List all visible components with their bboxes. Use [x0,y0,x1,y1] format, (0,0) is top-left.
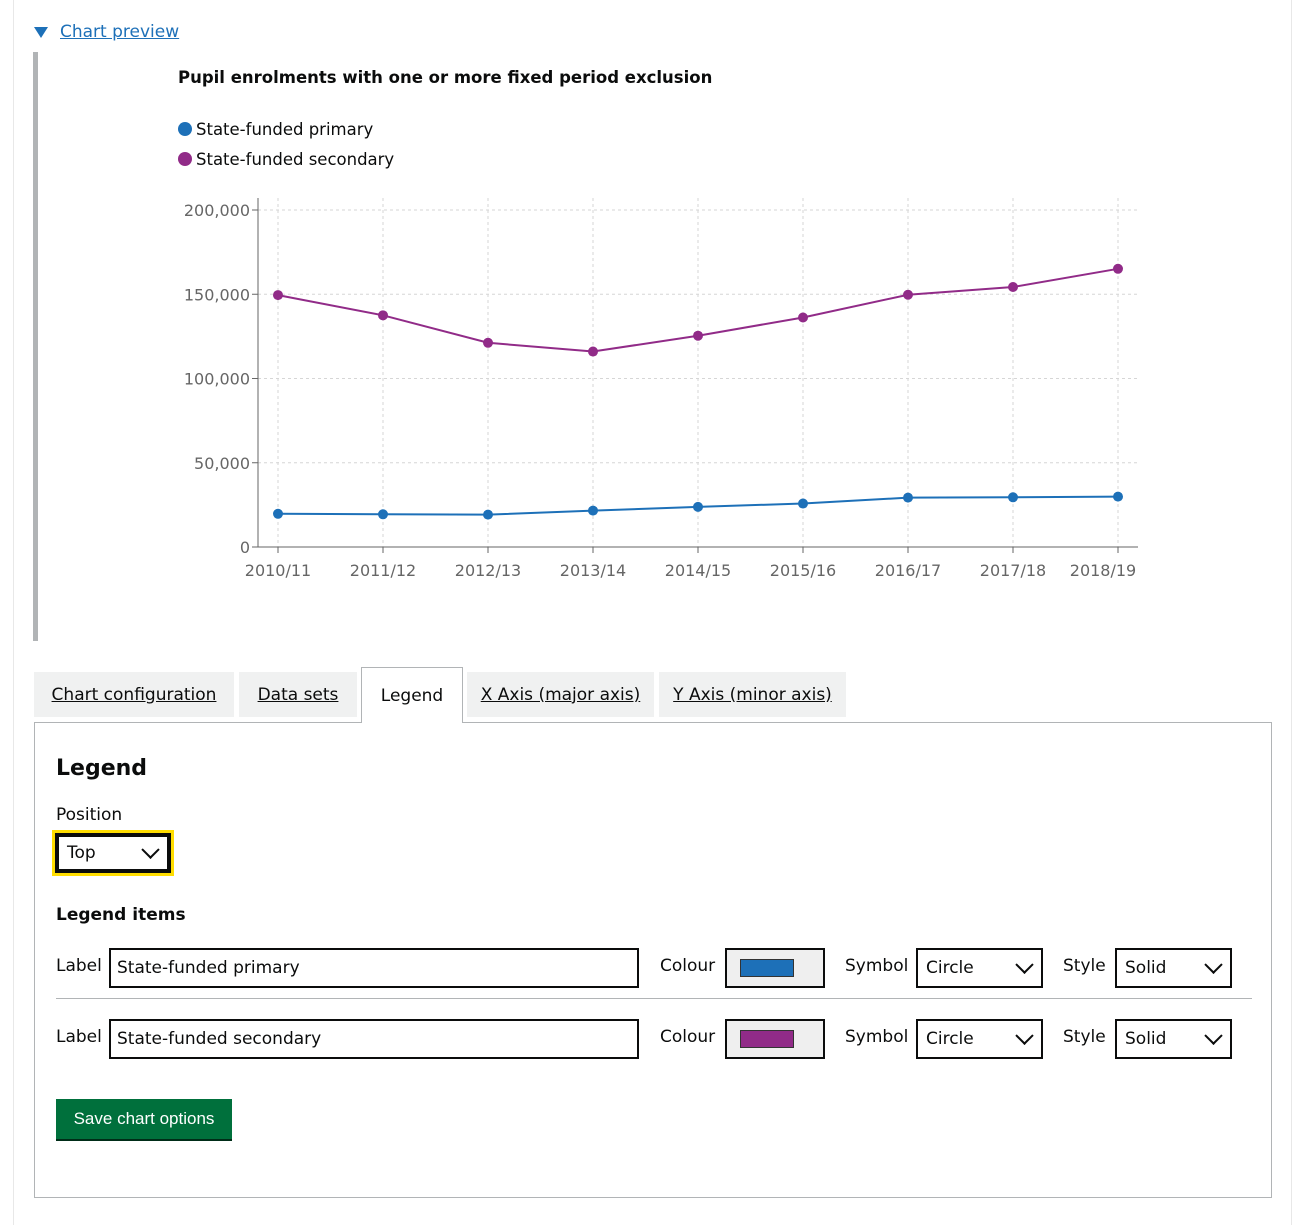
position-label: Position [56,805,123,825]
y-tick-label: 100,000 [184,370,250,389]
x-tick-label: 2014/15 [665,561,731,580]
tab-y-axis[interactable]: Y Axis (minor axis) [659,672,846,717]
data-point [693,330,703,341]
data-point [273,508,283,519]
data-point [378,310,388,321]
data-point [588,505,598,516]
chart-preview-link[interactable]: Chart preview [60,22,179,42]
y-tick-label: 0 [240,538,250,557]
label-caption: Label [56,956,102,976]
x-tick-label: 2017/18 [980,561,1046,580]
colour-picker[interactable] [725,1019,825,1059]
x-tick-label: 2016/17 [875,561,941,580]
data-point [1113,263,1123,274]
label-input[interactable] [109,948,639,988]
chart-preview-toggle[interactable]: Chart preview [34,22,179,42]
panel-title: Legend [56,756,148,781]
data-point [378,509,388,520]
data-point [1008,282,1018,293]
data-point [273,290,283,301]
y-tick-label: 50,000 [194,454,250,473]
colour-caption: Colour [660,1027,716,1047]
legend-items-heading: Legend items [56,905,186,925]
legend-label: State-funded primary [196,119,374,139]
x-tick-label: 2013/14 [560,561,626,580]
tab-data-sets[interactable]: Data sets [239,672,357,717]
colour-swatch [740,1030,794,1048]
colour-caption: Colour [660,956,716,976]
style-select-value: Solid [1125,958,1167,978]
style-select-value: Solid [1125,1029,1167,1049]
data-point [1113,491,1123,502]
tab-chart-configuration[interactable]: Chart configuration [34,672,234,717]
data-point [798,498,808,509]
data-point [588,346,598,357]
chevron-down-icon [141,840,160,859]
colour-swatch [740,959,794,977]
page-border-left [13,0,14,1225]
line-chart: 0 50,000 100,000 150,000 200,000 2010/11 2011/… [184,198,1138,580]
chart-legend: State-funded primary State-funded second… [178,114,394,174]
symbol-select-value: Circle [926,1029,974,1049]
tab-legend[interactable]: Legend [361,667,463,723]
legend-entry: State-funded primary [178,114,394,144]
data-point [798,312,808,323]
x-tick-label: 2012/13 [455,561,521,580]
symbol-caption: Symbol [845,956,909,976]
x-tick-label: 2018/19 [1070,561,1136,580]
symbol-caption: Symbol [845,1027,909,1047]
position-select-value: Top [67,843,96,863]
style-select[interactable]: Solid [1115,948,1232,988]
x-tick-label: 2010/11 [245,561,311,580]
divider [56,998,1252,999]
legend-label: State-funded secondary [196,149,395,169]
data-point [693,501,703,512]
y-tick-label: 150,000 [184,285,250,304]
x-tick-label: 2015/16 [770,561,836,580]
style-caption: Style [1063,956,1106,976]
data-point [1008,492,1018,503]
colour-picker[interactable] [725,948,825,988]
chart-title: Pupil enrolments with one or more fixed … [178,68,713,87]
legend-entry: State-funded secondary [178,144,394,174]
save-chart-options-button[interactable]: Save chart options [56,1099,232,1139]
data-point [483,337,493,348]
data-point [903,289,913,300]
chevron-down-icon [1204,955,1223,974]
x-tick-label: 2011/12 [350,561,416,580]
style-select[interactable]: Solid [1115,1019,1232,1059]
label-input[interactable] [109,1019,639,1059]
symbol-select-value: Circle [926,958,974,978]
chevron-down-icon [1015,955,1034,974]
chevron-down-icon [1015,1026,1034,1045]
legend-dot-icon [178,122,192,136]
data-point [903,492,913,503]
page-border-right [1291,0,1292,1225]
y-tick-label: 200,000 [184,201,250,220]
position-select[interactable]: Top [52,830,174,876]
style-caption: Style [1063,1027,1106,1047]
legend-panel: Legend Position Top Legend items Label C… [34,722,1272,1198]
label-caption: Label [56,1027,102,1047]
legend-dot-icon [178,152,192,166]
details-left-border [33,52,38,641]
symbol-select[interactable]: Circle [916,1019,1043,1059]
tab-x-axis[interactable]: X Axis (major axis) [467,672,654,717]
triangle-down-icon [34,27,48,38]
symbol-select[interactable]: Circle [916,948,1043,988]
chevron-down-icon [1204,1026,1223,1045]
data-point [483,509,493,520]
